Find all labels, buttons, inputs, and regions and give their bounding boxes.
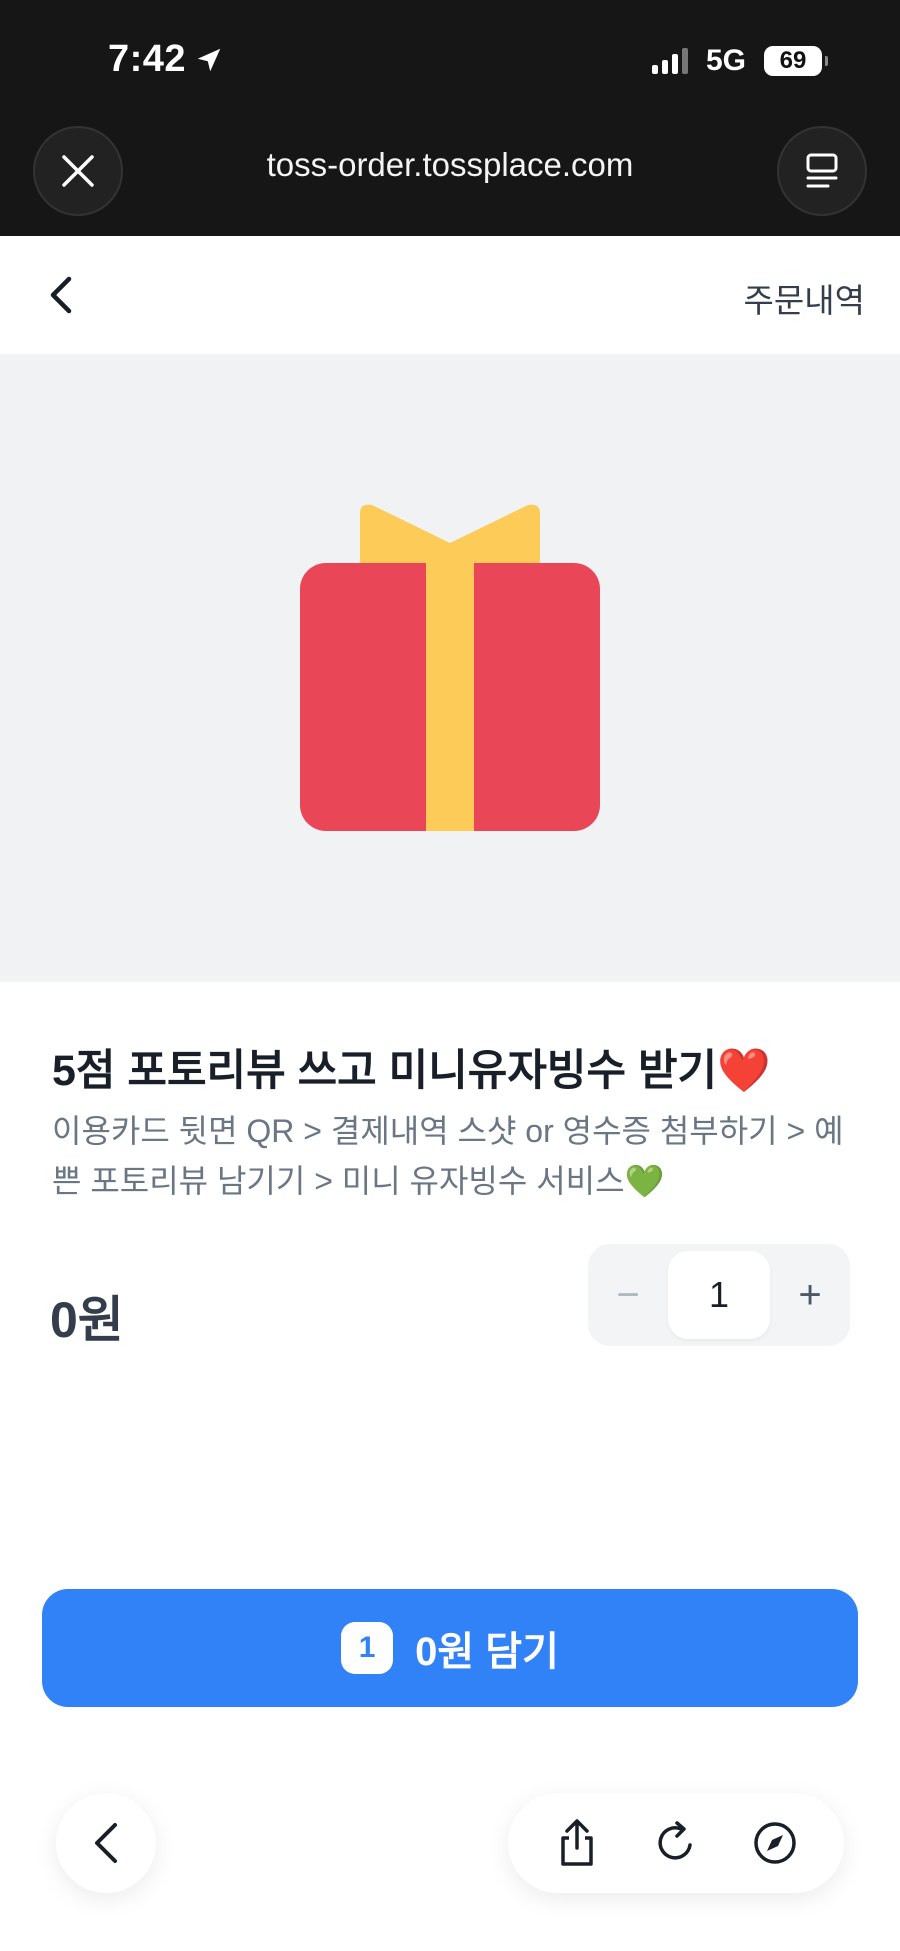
decrease-quantity-button[interactable]: − xyxy=(588,1244,668,1346)
browser-toolbar xyxy=(508,1793,844,1893)
page: 7:42 5G 69 toss-order.tossplace.com 주문내역… xyxy=(0,0,900,1951)
share-icon xyxy=(561,1819,594,1866)
location-arrow-icon xyxy=(197,48,221,71)
add-to-cart-button[interactable]: 1 0원 담기 xyxy=(42,1589,858,1707)
back-button[interactable] xyxy=(36,270,86,320)
increase-quantity-button[interactable]: + xyxy=(770,1244,850,1346)
browser-chrome: 7:42 5G 69 toss-order.tossplace.com xyxy=(0,0,900,236)
product-price: 0원 xyxy=(50,1292,124,1348)
chevron-left-icon xyxy=(50,276,72,314)
battery-level: 69 xyxy=(779,47,807,74)
product-description: 이용카드 뒷면 QR > 결제내역 스샷 or 영수증 첨부하기 > 예쁜 포토… xyxy=(52,1113,844,1199)
reader-icon xyxy=(806,153,838,188)
network-type: 5G xyxy=(705,44,746,77)
compass-icon xyxy=(753,1822,796,1864)
signal-icon xyxy=(651,48,688,74)
gift-icon xyxy=(300,504,600,831)
browser-back-button[interactable] xyxy=(56,1793,156,1893)
status-time: 7:42 xyxy=(108,38,224,81)
reader-mode-button[interactable] xyxy=(777,126,867,216)
open-in-safari-button[interactable] xyxy=(747,1815,803,1871)
reload-button[interactable] xyxy=(648,1815,704,1871)
chevron-left-icon xyxy=(95,1823,117,1863)
product-image xyxy=(0,354,900,982)
quantity-stepper: − 1 + xyxy=(588,1244,850,1346)
product-title: 5점 포토리뷰 쓰고 미니유자빙수 받기❤️ xyxy=(52,1047,771,1095)
battery-icon: 69 xyxy=(764,46,828,76)
cart-count-badge: 1 xyxy=(341,1622,394,1674)
status-time-text: 7:42 xyxy=(108,38,187,80)
order-history-link[interactable]: 주문내역 xyxy=(744,274,865,322)
url-bar[interactable]: toss-order.tossplace.com xyxy=(0,146,900,184)
reload-icon xyxy=(658,1821,692,1860)
quantity-value: 1 xyxy=(668,1251,770,1339)
page-header: 주문내역 xyxy=(0,236,900,354)
status-indicators: 5G 69 xyxy=(651,44,828,78)
share-button[interactable] xyxy=(549,1815,605,1871)
add-to-cart-label: 0원 담기 xyxy=(415,1630,559,1674)
